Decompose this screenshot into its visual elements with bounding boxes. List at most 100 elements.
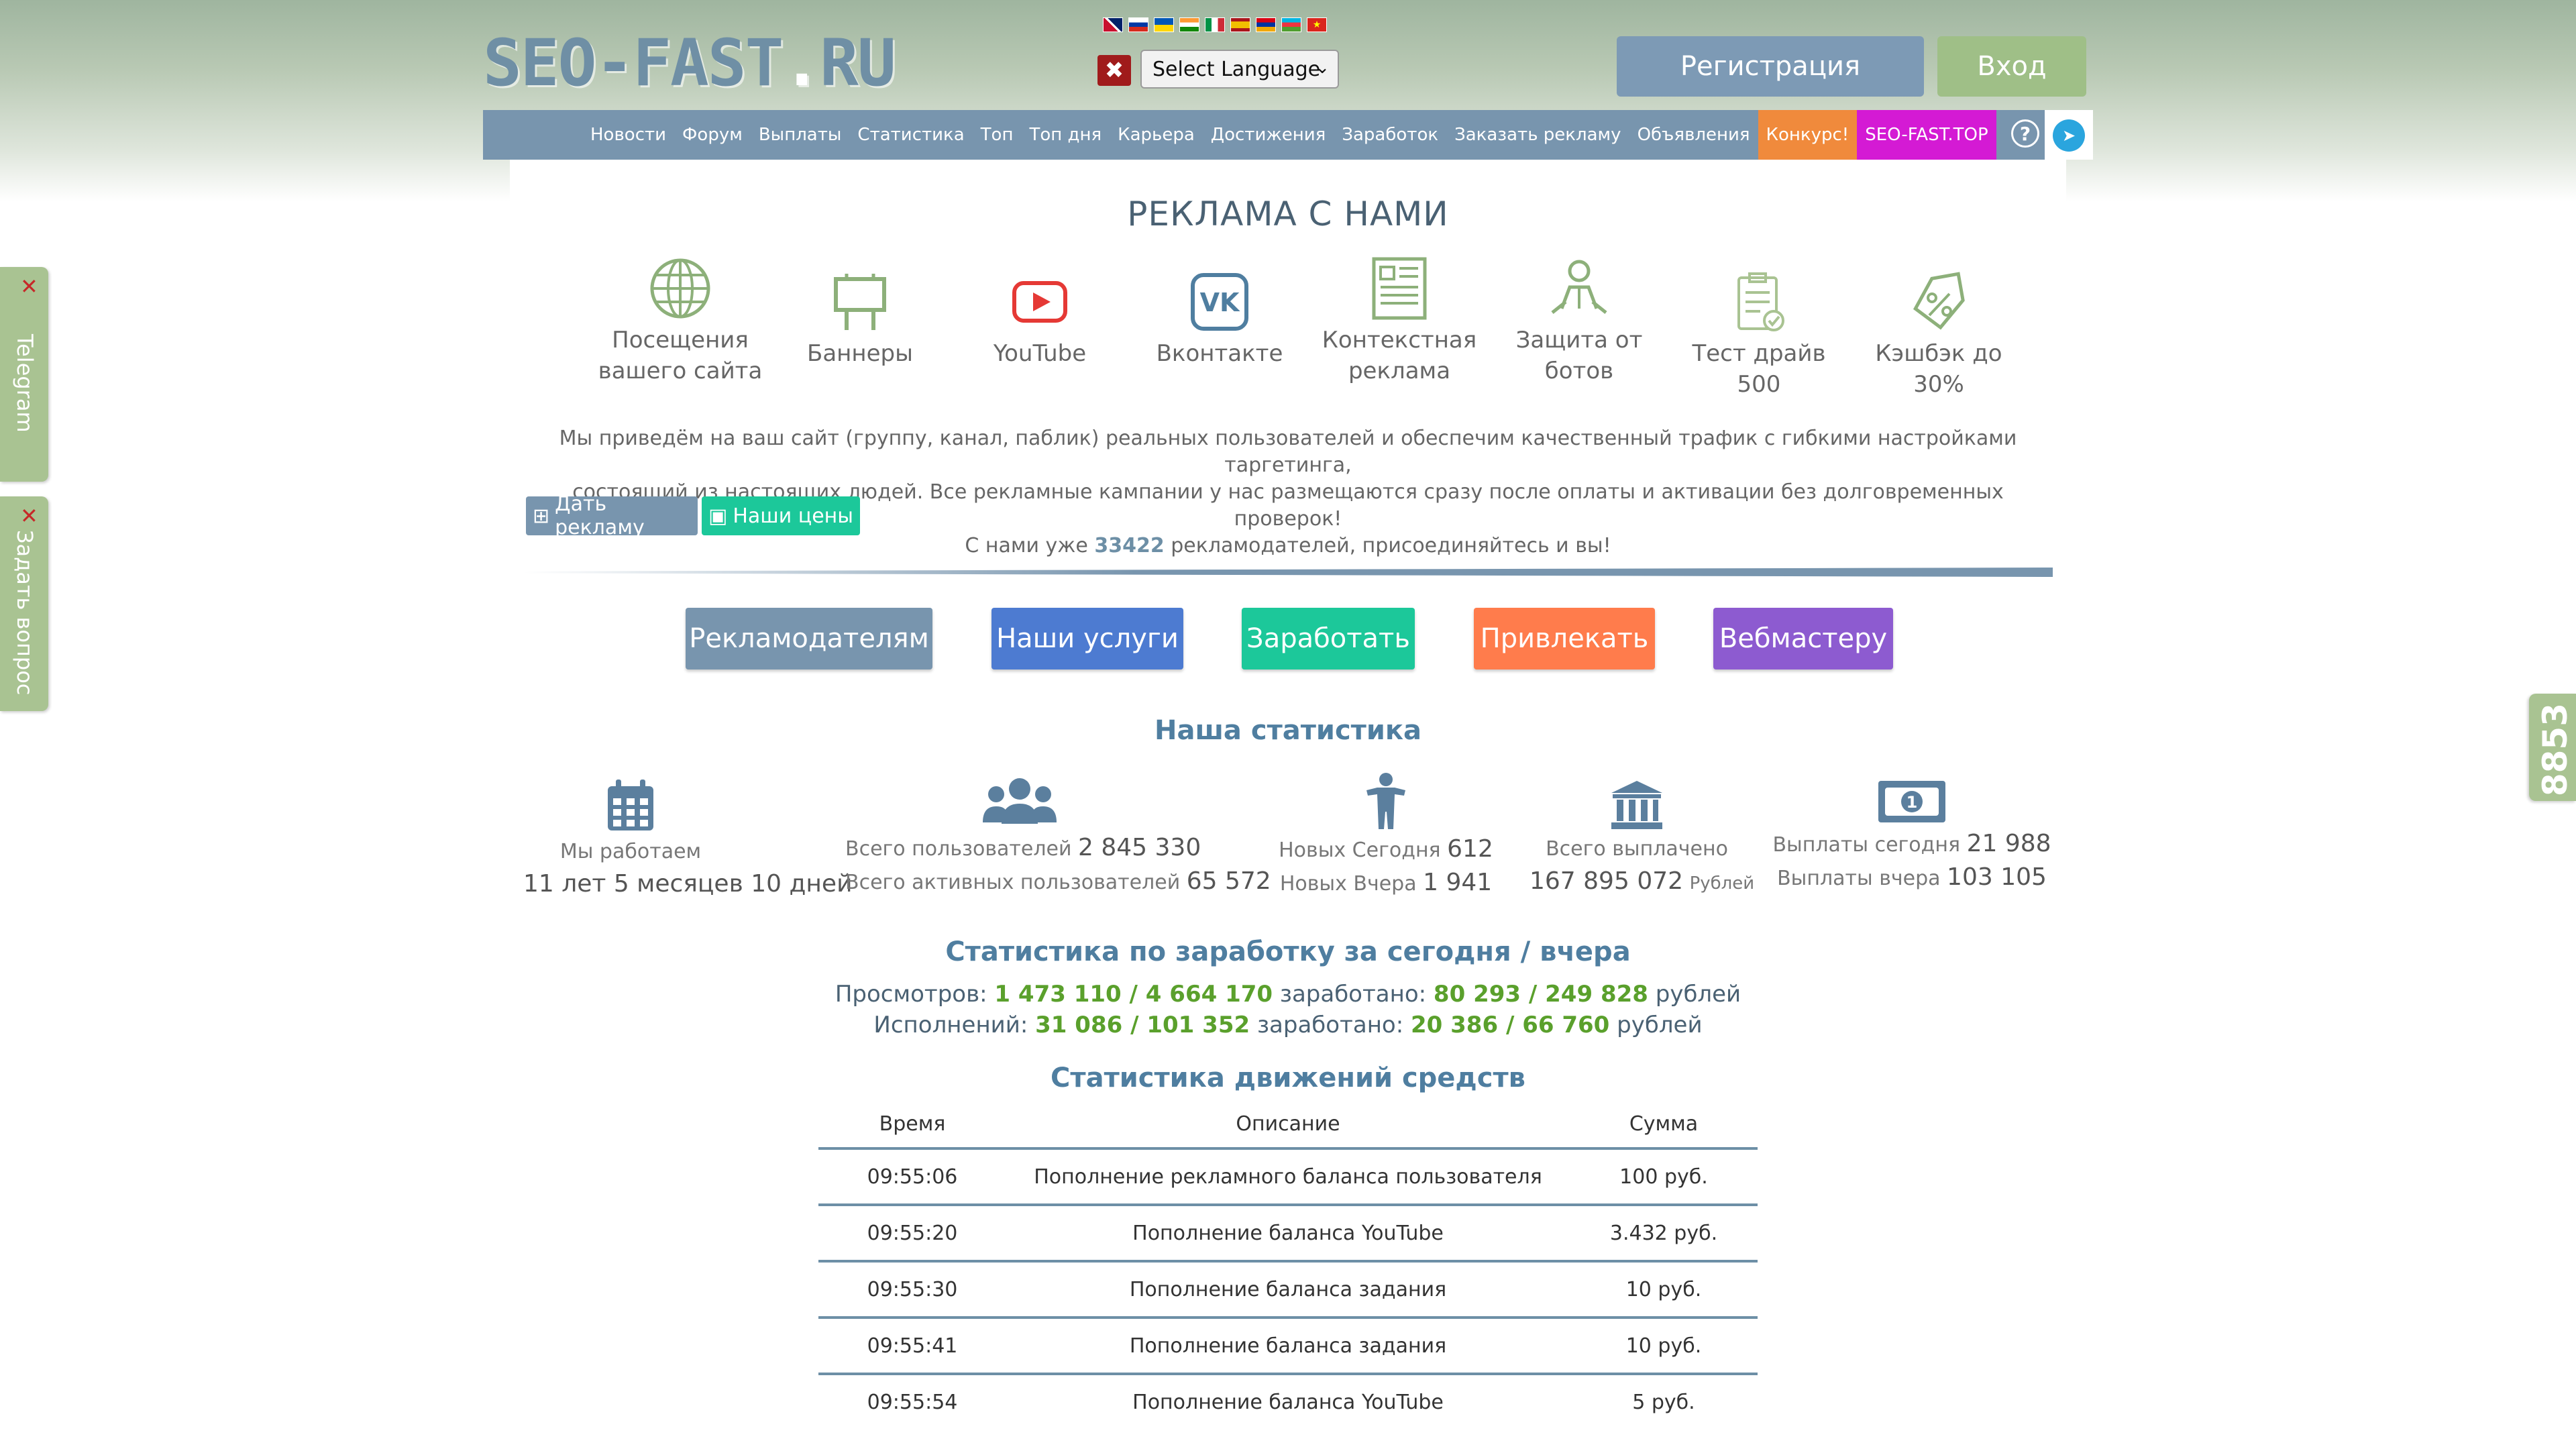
- flag-it-icon[interactable]: [1205, 17, 1225, 32]
- cell-amount: 5 руб.: [1632, 1390, 1695, 1414]
- calendar-icon: [608, 780, 653, 830]
- close-icon[interactable]: ✕: [20, 274, 38, 299]
- feature-label: ботов: [1544, 358, 1614, 384]
- table-row: 09:55:41 Пополнение баланса задания 10 р…: [818, 1319, 1758, 1375]
- chevron-down-icon: ⌄: [1315, 58, 1330, 78]
- money-icon: ▣: [708, 504, 728, 528]
- new-today-value: 612: [1447, 835, 1493, 863]
- site-logo[interactable]: SEO-FAST.RU: [483, 25, 896, 101]
- feature-test-drive[interactable]: Тест драйв 500: [1669, 268, 1849, 400]
- stat-paid-total: Всего выплачено 167 895 072 Рублей: [1529, 780, 1754, 900]
- table-row: 09:55:30 Пополнение баланса задания 10 р…: [818, 1263, 1758, 1319]
- flag-es-icon[interactable]: [1230, 17, 1250, 32]
- services-button[interactable]: Наши услуги: [991, 608, 1183, 669]
- language-select-value: Select Language: [1152, 57, 1321, 81]
- feature-context[interactable]: Контекстная реклама: [1309, 255, 1489, 386]
- flag-in-icon[interactable]: [1179, 17, 1199, 32]
- nav-item-announcements[interactable]: Объявления: [1629, 110, 1758, 160]
- telegram-icon[interactable]: ➤: [2053, 119, 2085, 152]
- telegram-side-label: Telegram: [12, 334, 38, 433]
- payouts-yesterday-label: Выплаты вчера: [1777, 867, 1941, 890]
- feature-label: вашего сайта: [598, 358, 763, 384]
- feature-vk[interactable]: VK Вконтакте: [1130, 268, 1309, 369]
- nav-item-contest[interactable]: Конкурс!: [1758, 110, 1858, 160]
- earnings-title: Статистика по заработку за сегодня / вче…: [945, 936, 1631, 967]
- attract-button[interactable]: Привлекать: [1474, 608, 1655, 669]
- webmaster-button[interactable]: Вебмастеру: [1713, 608, 1893, 669]
- close-translate-icon[interactable]: ✖: [1097, 55, 1131, 86]
- feature-visits[interactable]: Посещения вашего сайта: [590, 255, 770, 386]
- cell-time: 09:55:06: [867, 1165, 958, 1189]
- bot-protect-icon: [1551, 260, 1607, 314]
- nav-item-seo-fast-top[interactable]: SEO-FAST.TOP: [1857, 110, 1996, 160]
- prices-button[interactable]: ▣ Наши цены: [702, 496, 860, 535]
- ads-desc-suffix: рекламодателей, присоединяйтесь и вы!: [1171, 534, 1611, 557]
- nav-item-news[interactable]: Новости: [582, 110, 674, 160]
- feature-label: Кэшбэк до 30%: [1875, 340, 2002, 398]
- tasks-value: 31 086 / 101 352: [1035, 1012, 1250, 1038]
- login-button[interactable]: Вход: [1937, 36, 2086, 97]
- views-earned-value: 80 293 / 249 828: [1433, 981, 1648, 1008]
- svg-text:VK: VK: [1200, 288, 1240, 317]
- payouts-yesterday-line: Выплаты вчера 103 105: [1771, 861, 2053, 895]
- movements-title: Статистика движений средств: [1051, 1063, 1525, 1093]
- paid-total-label: Всего выплачено: [1546, 837, 1728, 861]
- close-icon[interactable]: ✕: [20, 503, 38, 529]
- feature-youtube[interactable]: YouTube: [950, 268, 1130, 369]
- logo-dot: .: [782, 25, 821, 101]
- youtube-icon: [1012, 281, 1067, 323]
- stats-title: Наша статистика: [1154, 715, 1422, 746]
- nav-item-statistics[interactable]: Статистика: [849, 110, 972, 160]
- views-currency: рублей: [1655, 981, 1741, 1008]
- document-icon: [1372, 257, 1427, 320]
- nav-item-forum[interactable]: Форум: [674, 110, 751, 160]
- paid-currency: Рублей: [1689, 873, 1755, 894]
- feature-label: Защита от: [1515, 327, 1643, 354]
- give-ad-label: Дать рекламу: [555, 492, 645, 539]
- nav-item-top[interactable]: Топ: [973, 110, 1022, 160]
- earn-button[interactable]: Заработать: [1242, 608, 1415, 669]
- feature-cashback[interactable]: Кэшбэк до 30%: [1849, 268, 2029, 400]
- flag-az-icon[interactable]: [1281, 17, 1301, 32]
- column-header-amount: Сумма: [1629, 1112, 1699, 1136]
- nav-item-order-ads[interactable]: Заказать рекламу: [1446, 110, 1629, 160]
- language-select[interactable]: Select Language ⌄: [1140, 50, 1339, 89]
- nav-item-career[interactable]: Карьера: [1110, 110, 1203, 160]
- nav-item-payouts[interactable]: Выплаты: [751, 110, 850, 160]
- question-circle-icon[interactable]: ?: [2011, 119, 2039, 148]
- nav-item-achievements[interactable]: Достижения: [1203, 110, 1334, 160]
- flag-am-icon[interactable]: [1256, 17, 1276, 32]
- cell-amount: 10 руб.: [1625, 1277, 1702, 1301]
- tasks-label: Исполнений:: [873, 1012, 1028, 1038]
- feature-bot-protection[interactable]: Защита от ботов: [1489, 255, 1669, 386]
- flag-ua-icon[interactable]: [1154, 17, 1174, 32]
- feature-label: реклама: [1348, 358, 1451, 384]
- online-counter-badge[interactable]: 8853: [2529, 694, 2576, 801]
- feature-label: Контекстная: [1322, 327, 1477, 354]
- register-button[interactable]: Регистрация: [1617, 36, 1924, 97]
- main-navbar: Новости Форум Выплаты Статистика Топ Топ…: [483, 110, 2093, 160]
- cell-description: Пополнение рекламного баланса пользовате…: [1034, 1165, 1542, 1189]
- tasks-earned-label: заработано:: [1256, 1012, 1404, 1038]
- ads-desc-line1: Мы приведём на ваш сайт (группу, канал, …: [559, 427, 2017, 477]
- nav-item-top-day[interactable]: Топ дня: [1021, 110, 1110, 160]
- prices-label: Наши цены: [733, 504, 853, 528]
- new-yesterday-line: Новых Вчера 1 941: [1272, 867, 1500, 900]
- flag-vn-icon[interactable]: ★: [1307, 17, 1327, 32]
- ads-title: РЕКЛАМА С НАМИ: [1127, 195, 1449, 233]
- flag-ru-icon[interactable]: [1128, 17, 1148, 32]
- flag-uk-icon[interactable]: [1103, 17, 1123, 32]
- ask-question-side-tab[interactable]: ✕ Задать вопрос: [0, 496, 48, 711]
- nav-item-earnings[interactable]: Заработок: [1334, 110, 1446, 160]
- payouts-yesterday-value: 103 105: [1947, 863, 2047, 891]
- advertisers-button[interactable]: Рекламодателям: [686, 608, 932, 669]
- feature-banners[interactable]: Баннеры: [770, 268, 950, 369]
- give-ad-button[interactable]: ⊞ Дать рекламу: [526, 492, 698, 539]
- ask-question-label: Задать вопрос: [12, 530, 38, 696]
- users-total-value: 2 845 330: [1078, 834, 1201, 861]
- users-group-icon: [983, 778, 1057, 824]
- telegram-side-tab[interactable]: ✕ Telegram: [0, 267, 48, 482]
- cell-time: 09:55:20: [867, 1221, 958, 1245]
- earnings-views-line: Просмотров: 1 473 110 / 4 664 170 зарабо…: [483, 981, 2093, 1008]
- nav-items: Новости Форум Выплаты Статистика Топ Топ…: [582, 110, 1996, 160]
